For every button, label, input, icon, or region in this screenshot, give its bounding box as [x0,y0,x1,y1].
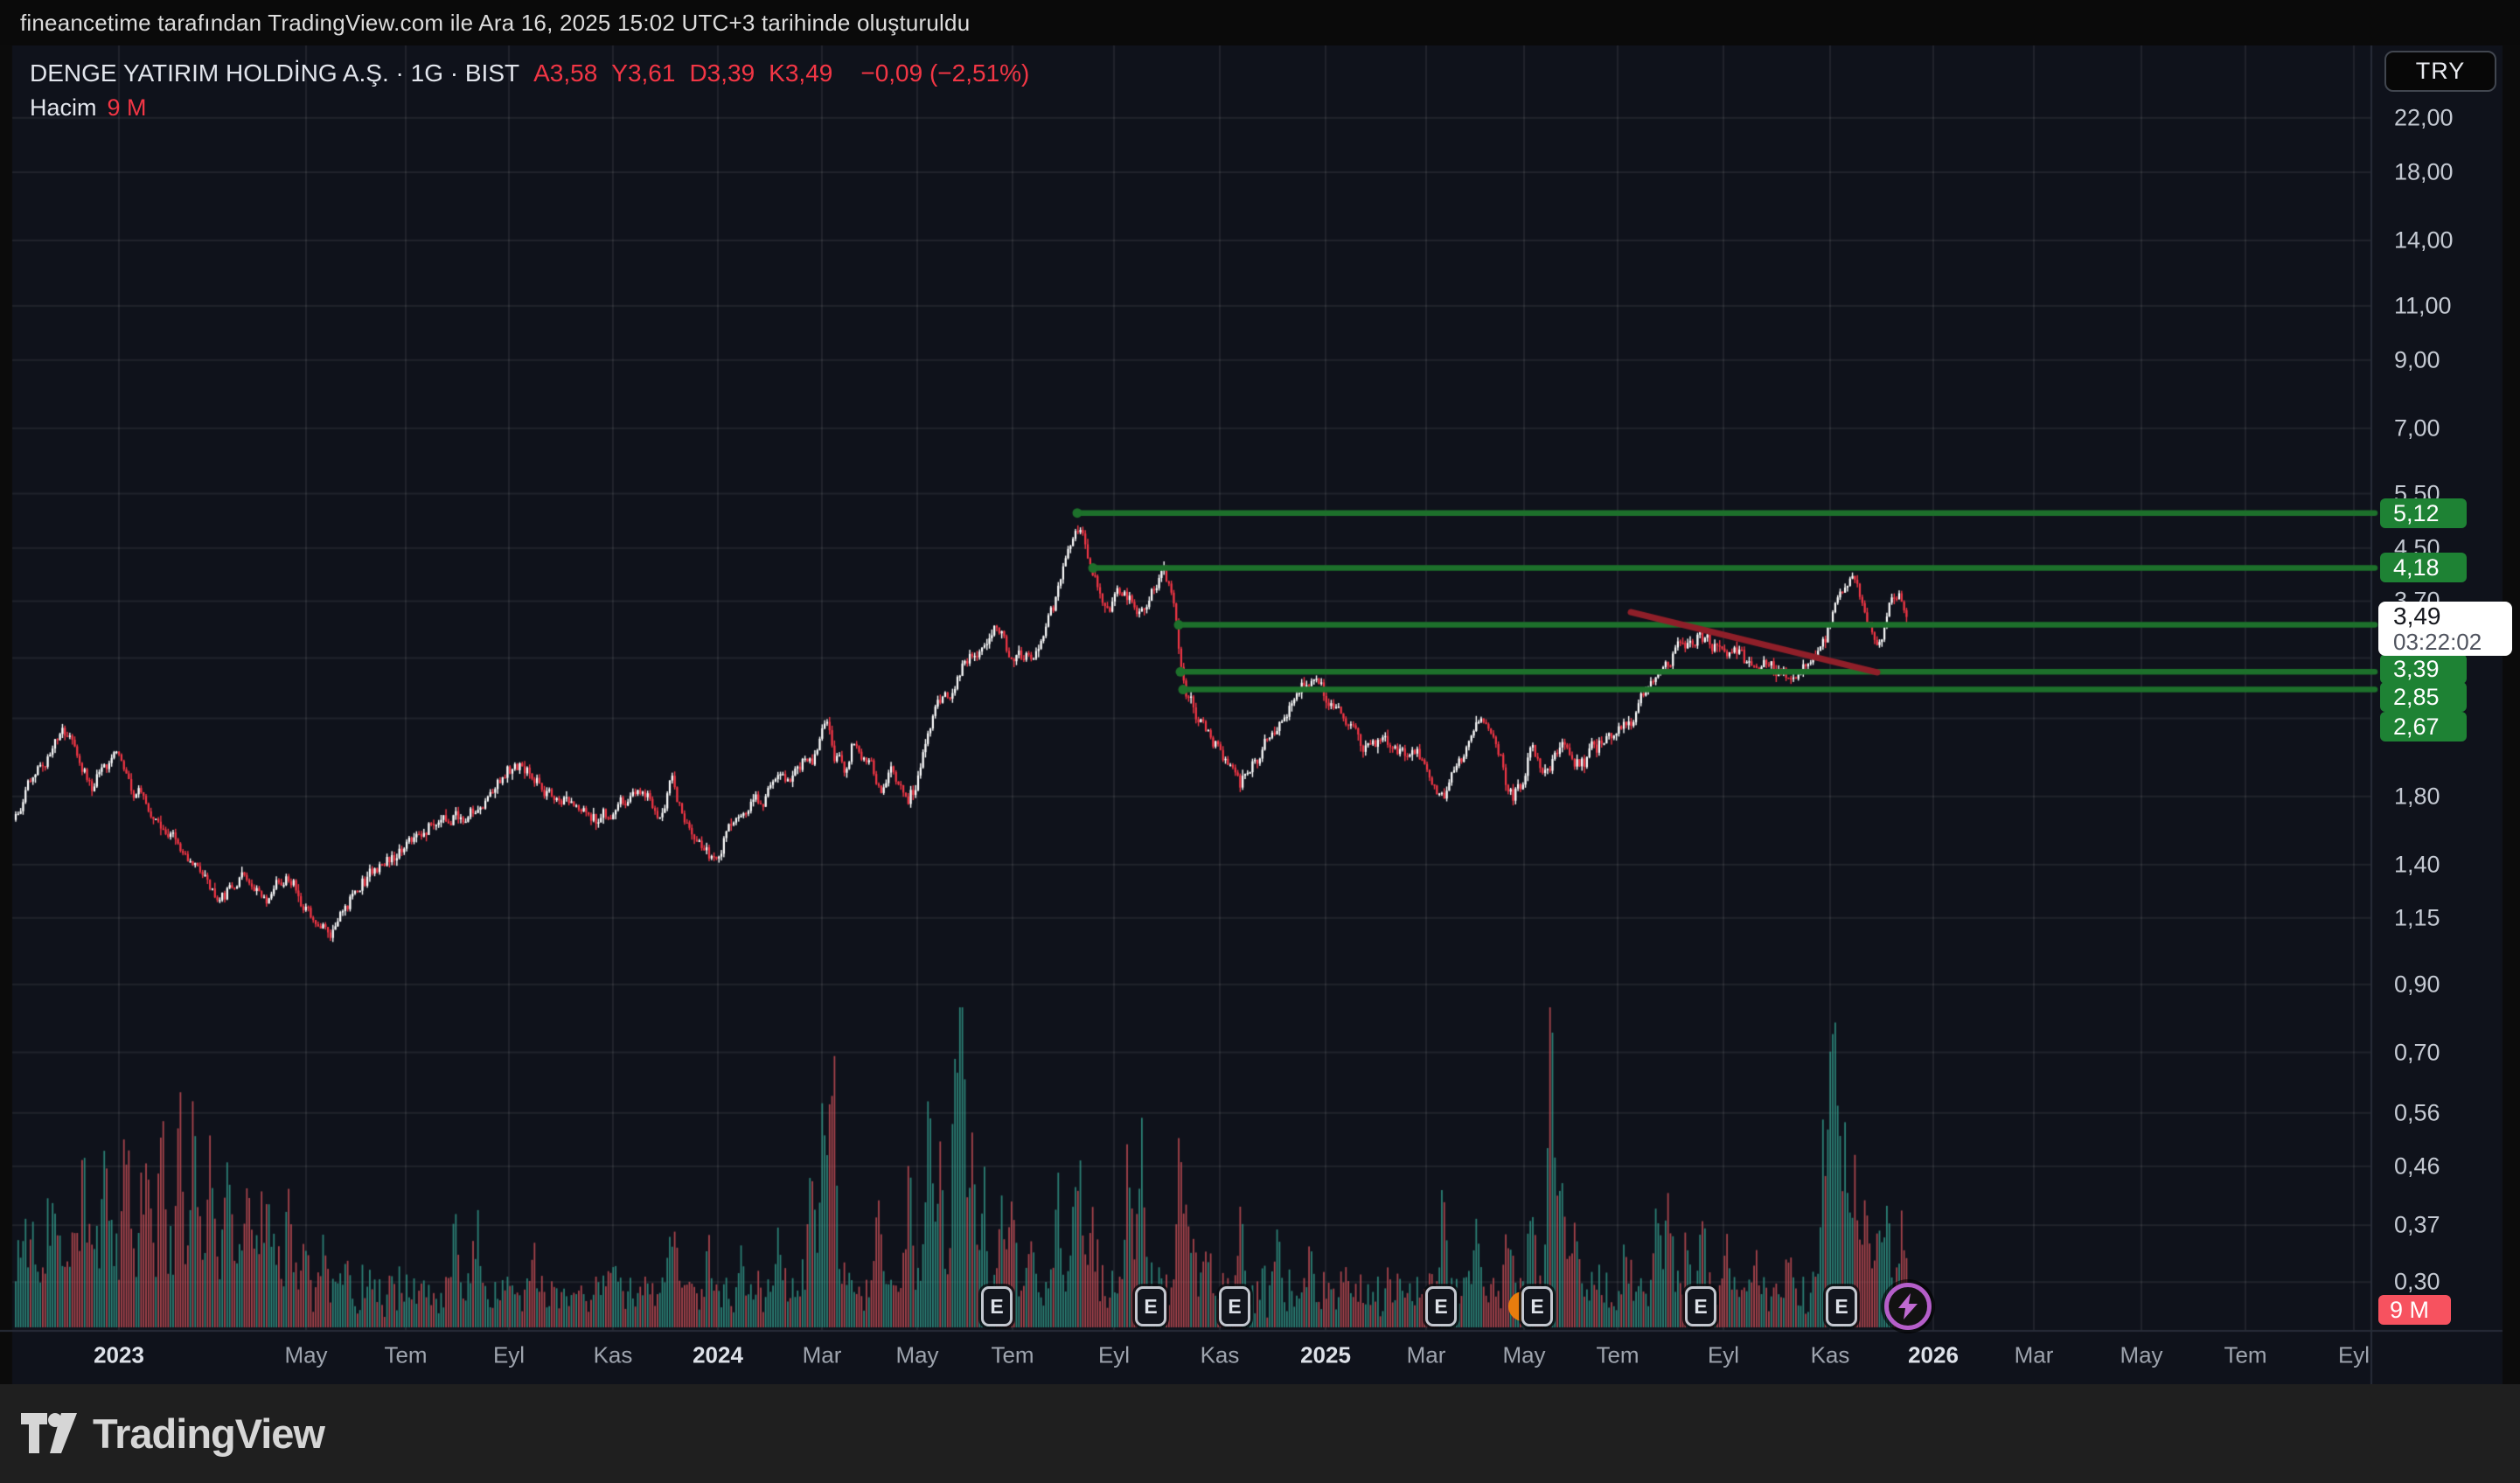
time-axis-month-label: May [2120,1341,2163,1368]
price-tick-label: 0,46 [2394,1152,2440,1180]
ohlc-values: A3,58 Y3,61 D3,39 K3,49 [533,59,846,87]
time-axis-year-label: 2025 [1300,1341,1351,1368]
earnings-badge[interactable]: E [1685,1286,1716,1326]
price-tick-label: 0,37 [2394,1211,2440,1238]
attribution-text: fineancetime tarafından TradingView.com … [20,9,971,36]
earnings-badge[interactable]: E [981,1286,1013,1326]
flash-boost-icon[interactable] [1884,1283,1932,1330]
time-axis-month-label: Tem [991,1341,1034,1368]
volume-badge: 9 M [2378,1295,2451,1325]
earnings-badge[interactable]: E [1219,1286,1250,1326]
earnings-badge[interactable]: E [1135,1286,1166,1326]
last-price-value: 3,49 [2393,602,2441,630]
time-axis-month-label: Tem [2224,1341,2267,1368]
tradingview-logo-text: TradingView [93,1410,325,1457]
price-chart-canvas[interactable] [0,45,2520,1384]
ohlc-item: Y3,61 [611,59,676,87]
time-axis-month-label: Eyl [492,1341,526,1368]
time-axis-year-label: 2026 [1908,1341,1959,1368]
price-tick-label: 0,56 [2394,1099,2440,1126]
price-tick-label: 1,40 [2394,851,2440,878]
time-axis-month-label: Eyl [1707,1341,1740,1368]
price-tick-label: 22,00 [2394,104,2454,131]
time-axis-month-label: Mar [2014,1341,2054,1368]
price-tick-label: 9,00 [2394,346,2440,373]
time-axis-month-label: Mar [1406,1341,1446,1368]
earnings-badge[interactable]: E [1521,1286,1553,1326]
price-tick-label: 1,15 [2394,904,2440,931]
price-tick-label: 11,00 [2394,292,2452,319]
top-bar: fineancetime tarafından TradingView.com … [0,0,2520,45]
price-tick-label: 7,00 [2394,414,2440,442]
last-price-badge: 3,49 03:22:02 [2378,602,2512,656]
price-tick-label: 0,30 [2394,1268,2440,1295]
level-price-badge: 5,12 [2380,498,2467,528]
earnings-badge[interactable]: E [1826,1286,1857,1326]
time-axis-year-label: 2023 [94,1341,144,1368]
level-price-badge: 4,18 [2380,553,2467,582]
price-tick-label: 14,00 [2394,226,2454,254]
price-tick-label: 0,90 [2394,971,2440,998]
time-axis-month-label: Mar [802,1341,842,1368]
time-axis-year-label: 2024 [693,1341,743,1368]
currency-button[interactable]: TRY [2384,51,2496,92]
countdown-timer: 03:22:02 [2393,629,2482,655]
time-axis-month-label: Kas [1200,1341,1240,1368]
price-tick-label: 18,00 [2394,158,2454,185]
lightning-bolt-icon [1898,1293,1918,1319]
volume-value: 9 M [107,94,147,121]
price-tick-label: 1,80 [2394,783,2440,810]
change-value: −0,09 (−2,51%) [860,59,1030,87]
tradingview-logo-icon [21,1413,77,1453]
price-tick-label: 0,70 [2394,1039,2440,1066]
time-axis-month-label: May [895,1341,939,1368]
earnings-badge[interactable]: E [1425,1286,1457,1326]
footer: TradingView [0,1384,2520,1483]
time-axis-month-label: Kas [1810,1341,1850,1368]
symbol-title[interactable]: DENGE YATIRIM HOLDİNG A.Ş. · 1G · BIST [30,59,519,87]
ohlc-item: K3,49 [769,59,833,87]
time-axis-month-label: Tem [384,1341,428,1368]
tradingview-logo[interactable]: TradingView [21,1410,325,1458]
symbol-header: DENGE YATIRIM HOLDİNG A.Ş. · 1G · BIST A… [30,56,1029,124]
time-axis-month-label: Eyl [1097,1341,1131,1368]
time-axis-month-label: Tem [1596,1341,1639,1368]
level-price-badge: 3,39 [2380,654,2467,684]
ohlc-item: A3,58 [533,59,598,87]
ohlc-item: D3,39 [689,59,755,87]
volume-label: Hacim [30,94,97,121]
chart-area: DENGE YATIRIM HOLDİNG A.Ş. · 1G · BIST A… [0,45,2520,1384]
time-axis-month-label: May [284,1341,328,1368]
time-axis-month-label: Kas [593,1341,633,1368]
time-axis-month-label: May [1502,1341,1546,1368]
time-axis-month-label: Eyl [2337,1341,2370,1368]
level-price-badge: 2,85 [2380,682,2467,712]
level-price-badge: 2,67 [2380,712,2467,742]
